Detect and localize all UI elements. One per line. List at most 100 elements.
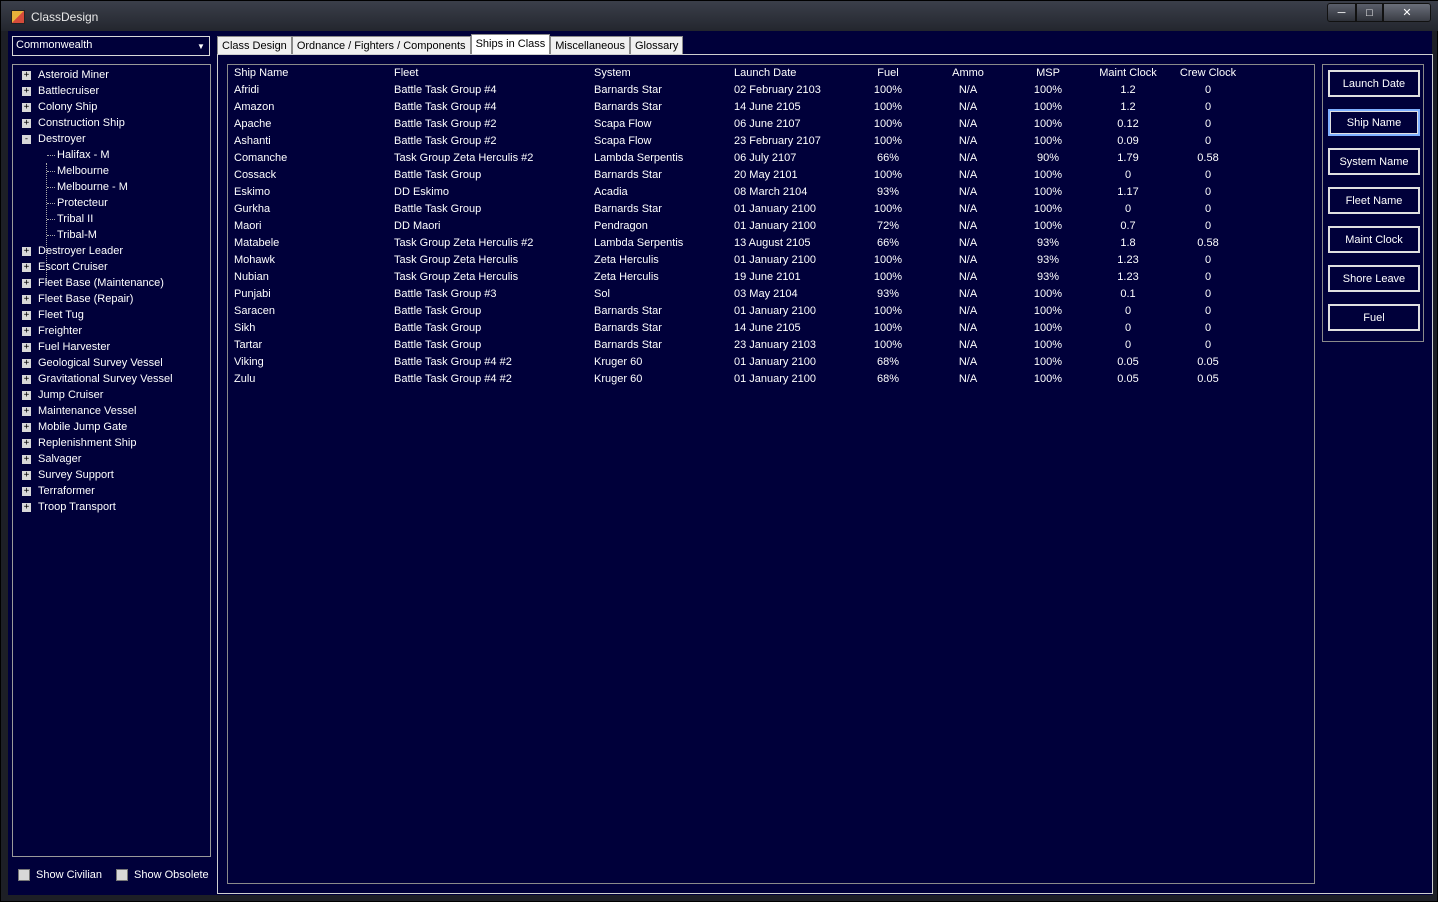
expand-icon[interactable]: + <box>22 407 31 416</box>
tab-miscellaneous[interactable]: Miscellaneous <box>550 36 630 55</box>
system-name-button[interactable]: System Name <box>1328 148 1420 175</box>
tree-node[interactable]: + Colony Ship <box>13 99 210 115</box>
table-row[interactable]: Viking Battle Task Group #4 #2 Kruger 60 01… <box>228 354 1314 371</box>
table-row[interactable]: Mohawk Task Group Zeta Herculis Zeta Hercu… <box>228 252 1314 269</box>
table-row[interactable]: Ashanti Battle Task Group #2 Scapa Flow 23 … <box>228 133 1314 150</box>
expand-icon[interactable]: + <box>22 295 31 304</box>
tree-node[interactable]: + Asteroid Miner <box>13 67 210 83</box>
title-bar[interactable]: ClassDesign ─ □ ✕ <box>1 1 1438 31</box>
header-system[interactable]: System <box>594 67 631 79</box>
tree-child-item[interactable]: Melbourne - M <box>13 179 210 195</box>
expand-icon[interactable]: + <box>22 455 31 464</box>
tree-node[interactable]: + Jump Cruiser <box>13 387 210 403</box>
table-row[interactable]: Eskimo DD Eskimo Acadia 08 March 2104 93% N/A… <box>228 184 1314 201</box>
expand-icon[interactable]: + <box>22 503 31 512</box>
tree-node[interactable]: + Construction Ship <box>13 115 210 131</box>
tree-node[interactable]: + Terraformer <box>13 483 210 499</box>
tab-class-design[interactable]: Class Design <box>217 36 292 55</box>
tree-node[interactable]: + Survey Support <box>13 467 210 483</box>
table-row[interactable]: Nubian Task Group Zeta Herculis Zeta Hercu… <box>228 269 1314 286</box>
tree-node[interactable]: + Troop Transport <box>13 499 210 515</box>
close-button[interactable]: ✕ <box>1383 3 1431 22</box>
tree-node[interactable]: + Salvager <box>13 451 210 467</box>
checkbox-box[interactable] <box>18 869 30 881</box>
shore-leave-button[interactable]: Shore Leave <box>1328 265 1420 292</box>
tab-ships-in-class[interactable]: Ships in Class <box>470 34 551 55</box>
table-row[interactable]: Maori DD Maori Pendragon 01 January 2100 72%… <box>228 218 1314 235</box>
table-row[interactable]: Punjabi Battle Task Group #3 Sol 03 May 210… <box>228 286 1314 303</box>
table-row[interactable]: Matabele Task Group Zeta Herculis #2 Lambd… <box>228 235 1314 252</box>
tree-child-item[interactable]: Tribal II <box>13 211 210 227</box>
minimize-button[interactable]: ─ <box>1327 3 1356 22</box>
tree-child-item[interactable]: Halifax - M <box>13 147 210 163</box>
checkbox-box[interactable] <box>116 869 129 881</box>
launch-date-button[interactable]: Launch Date <box>1328 70 1420 97</box>
tree-node[interactable]: + Replenishment Ship <box>13 435 210 451</box>
table-row[interactable]: Cossack Battle Task Group Barnards Star 20 … <box>228 167 1314 184</box>
tree-node[interactable]: + Fleet Base (Maintenance) <box>13 275 210 291</box>
table-row[interactable]: Amazon Battle Task Group #4 Barnards Star 1… <box>228 99 1314 116</box>
table-row[interactable]: Saracen Battle Task Group Barnards Star 01 … <box>228 303 1314 320</box>
collapse-icon[interactable]: - <box>22 135 31 144</box>
expand-icon[interactable]: + <box>22 471 31 480</box>
header-ship-name[interactable]: Ship Name <box>234 67 288 79</box>
chevron-down-icon[interactable]: ▼ <box>193 37 209 55</box>
expand-icon[interactable]: + <box>22 247 31 256</box>
tree-node[interactable]: + Fleet Tug <box>13 307 210 323</box>
show-obsolete-checkbox[interactable]: Show Obsolete <box>116 869 209 881</box>
header-fleet[interactable]: Fleet <box>394 67 418 79</box>
tab-glossary[interactable]: Glossary <box>629 36 684 55</box>
ships-list[interactable]: Ship Name Fleet System Launch Date Fuel … <box>227 64 1315 884</box>
tree-node[interactable]: + Maintenance Vessel <box>13 403 210 419</box>
ship-name-button[interactable]: Ship Name <box>1328 109 1420 136</box>
expand-icon[interactable]: + <box>22 103 31 112</box>
show-civilian-checkbox[interactable]: Show Civilian <box>18 869 102 881</box>
header-maint-clock[interactable]: Maint Clock <box>1088 67 1168 79</box>
header-fuel[interactable]: Fuel <box>848 67 928 79</box>
expand-icon[interactable]: + <box>22 391 31 400</box>
expand-icon[interactable]: + <box>22 423 31 432</box>
expand-icon[interactable]: + <box>22 263 31 272</box>
table-row[interactable]: Gurkha Battle Task Group Barnards Star 01 J… <box>228 201 1314 218</box>
expand-icon[interactable]: + <box>22 311 31 320</box>
tree-node[interactable]: + Fuel Harvester <box>13 339 210 355</box>
fuel-button[interactable]: Fuel <box>1328 304 1420 331</box>
table-row[interactable]: Afridi Battle Task Group #4 Barnards Star 0… <box>228 82 1314 99</box>
header-msp[interactable]: MSP <box>1008 67 1088 79</box>
class-tree[interactable]: + Asteroid Miner + Battlecruiser + Colony Shi… <box>12 64 211 857</box>
expand-icon[interactable]: + <box>22 375 31 384</box>
tree-node[interactable]: + Destroyer Leader <box>13 243 210 259</box>
tree-node[interactable]: + Escort Cruiser <box>13 259 210 275</box>
tree-node[interactable]: + Gravitational Survey Vessel <box>13 371 210 387</box>
tree-node[interactable]: + Geological Survey Vessel <box>13 355 210 371</box>
expand-icon[interactable]: + <box>22 327 31 336</box>
expand-icon[interactable]: + <box>22 119 31 128</box>
expand-icon[interactable]: + <box>22 359 31 368</box>
expand-icon[interactable]: + <box>22 87 31 96</box>
table-row[interactable]: Apache Battle Task Group #2 Scapa Flow 06 J… <box>228 116 1314 133</box>
header-crew-clock[interactable]: Crew Clock <box>1168 67 1248 79</box>
table-row[interactable]: Tartar Battle Task Group Barnards Star 23 J… <box>228 337 1314 354</box>
tree-child-item[interactable]: Protecteur <box>13 195 210 211</box>
maint-clock-button[interactable]: Maint Clock <box>1328 226 1420 253</box>
table-row[interactable]: Comanche Task Group Zeta Herculis #2 Lambd… <box>228 150 1314 167</box>
header-ammo[interactable]: Ammo <box>928 67 1008 79</box>
header-launch-date[interactable]: Launch Date <box>734 67 796 79</box>
race-select[interactable]: Commonwealth ▼ <box>12 36 210 56</box>
tree-child-item[interactable]: Tribal-M <box>13 227 210 243</box>
tree-child-item[interactable]: Melbourne <box>13 163 210 179</box>
tree-node[interactable]: - Destroyer <box>13 131 210 147</box>
expand-icon[interactable]: + <box>22 439 31 448</box>
tab-ordnance[interactable]: Ordnance / Fighters / Components <box>291 36 471 55</box>
maximize-button[interactable]: □ <box>1356 3 1383 22</box>
tree-node[interactable]: + Freighter <box>13 323 210 339</box>
expand-icon[interactable]: + <box>22 487 31 496</box>
tree-node[interactable]: + Battlecruiser <box>13 83 210 99</box>
expand-icon[interactable]: + <box>22 71 31 80</box>
table-row[interactable]: Zulu Battle Task Group #4 #2 Kruger 60 01 J… <box>228 371 1314 388</box>
fleet-name-button[interactable]: Fleet Name <box>1328 187 1420 214</box>
tree-node[interactable]: + Mobile Jump Gate <box>13 419 210 435</box>
tree-node[interactable]: + Fleet Base (Repair) <box>13 291 210 307</box>
expand-icon[interactable]: + <box>22 343 31 352</box>
expand-icon[interactable]: + <box>22 279 31 288</box>
